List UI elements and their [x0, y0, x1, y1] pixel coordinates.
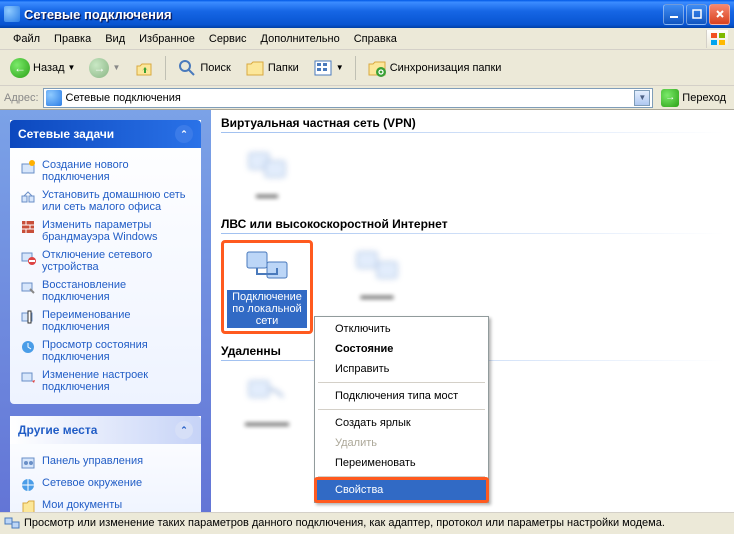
context-repair[interactable]: Исправить [317, 359, 486, 379]
statusbar: Просмотр или изменение таких параметров … [0, 512, 734, 532]
context-create-shortcut[interactable]: Создать ярлык [317, 413, 486, 433]
network-tasks-group: Сетевые задачи ⌃ Создание нового подключ… [10, 120, 201, 404]
settings-icon [20, 369, 36, 385]
status-text: Просмотр или изменение таких параметров … [24, 517, 665, 529]
back-icon: ← [10, 58, 30, 78]
place-network-neighborhood[interactable]: Сетевое окружение [20, 474, 191, 496]
disable-device-icon [20, 249, 36, 265]
remote-connection-item[interactable]: ▬▬▬▬ [227, 373, 307, 429]
xp-logo-icon [706, 30, 728, 48]
menubar: Файл Правка Вид Избранное Сервис Дополни… [0, 28, 734, 50]
home-network-icon [20, 189, 36, 205]
address-label: Адрес: [4, 92, 39, 104]
menu-favorites[interactable]: Избранное [132, 30, 202, 48]
collapse-icon[interactable]: ⌃ [175, 421, 193, 439]
network-places-icon [20, 477, 36, 493]
menu-tools[interactable]: Сервис [202, 30, 254, 48]
other-places-title: Другие места [18, 423, 97, 437]
rename-icon [20, 309, 36, 325]
task-setup-home-network[interactable]: Установить домашнюю сеть или сеть малого… [20, 186, 191, 216]
folders-button[interactable]: Папки [239, 54, 305, 82]
control-panel-icon [20, 455, 36, 471]
go-icon: → [661, 89, 679, 107]
status-icon [20, 339, 36, 355]
up-folder-icon [134, 58, 154, 78]
side-panel: Сетевые задачи ⌃ Создание нового подключ… [0, 110, 211, 512]
repair-icon [20, 279, 36, 295]
titlebar: Сетевые подключения [0, 0, 734, 28]
minimize-button[interactable] [663, 4, 684, 25]
sync-button[interactable]: Синхронизация папки [361, 54, 508, 82]
firewall-icon [20, 219, 36, 235]
task-create-connection[interactable]: Создание нового подключения [20, 156, 191, 186]
forward-button[interactable]: → ▼ [83, 54, 126, 82]
section-lan: ЛВС или высокоскоростной Интернет [211, 211, 734, 236]
views-icon [313, 58, 333, 78]
task-view-status[interactable]: Просмотр состояния подключения [20, 336, 191, 366]
search-icon [177, 58, 197, 78]
back-button[interactable]: ← Назад ▼ [4, 54, 81, 82]
address-value: Сетевые подключения [66, 92, 181, 104]
context-rename[interactable]: Переименовать [317, 453, 486, 473]
place-my-documents[interactable]: Мои документы [20, 496, 191, 512]
context-menu: Отключить Состояние Исправить Подключени… [314, 316, 489, 503]
address-bar: Адрес: Сетевые подключения ▼ → Переход [0, 86, 734, 110]
app-icon [4, 6, 20, 22]
views-button[interactable]: ▼ [307, 54, 350, 82]
back-label: Назад [33, 62, 65, 74]
chevron-down-icon: ▼ [112, 63, 120, 72]
toolbar: ← Назад ▼ → ▼ Поиск Папки ▼ Синхронизаци… [0, 50, 734, 86]
folders-label: Папки [268, 62, 299, 74]
context-delete: Удалить [317, 433, 486, 453]
sync-icon [367, 58, 387, 78]
section-vpn: Виртуальная частная сеть (VPN) [211, 110, 734, 135]
address-input[interactable]: Сетевые подключения ▼ [43, 88, 654, 108]
task-repair-connection[interactable]: Восстановление подключения [20, 276, 191, 306]
address-icon [46, 90, 62, 106]
chevron-down-icon: ▼ [336, 63, 344, 72]
menu-edit[interactable]: Правка [47, 30, 98, 48]
search-button[interactable]: Поиск [171, 54, 236, 82]
forward-icon: → [89, 58, 109, 78]
lan-connection-item[interactable]: Подключение по локальной сети [227, 246, 307, 328]
go-button[interactable]: → Переход [657, 87, 730, 109]
up-button[interactable] [128, 54, 160, 82]
task-firewall-settings[interactable]: Изменить параметры брандмауэра Windows [20, 216, 191, 246]
menu-help[interactable]: Справка [347, 30, 404, 48]
network-connection-icon [4, 515, 20, 531]
address-dropdown-button[interactable]: ▼ [634, 90, 650, 106]
network-tasks-header[interactable]: Сетевые задачи ⌃ [10, 120, 201, 148]
folders-icon [245, 58, 265, 78]
new-connection-icon [20, 159, 36, 175]
menu-file[interactable]: Файл [6, 30, 47, 48]
other-places-group: Другие места ⌃ Панель управления Сетевое… [10, 416, 201, 512]
task-rename-connection[interactable]: Переименование подключения [20, 306, 191, 336]
search-label: Поиск [200, 62, 230, 74]
task-change-settings[interactable]: Изменение настроек подключения [20, 366, 191, 396]
collapse-icon[interactable]: ⌃ [175, 125, 193, 143]
context-bridge[interactable]: Подключения типа мост [317, 386, 486, 406]
network-tasks-title: Сетевые задачи [18, 127, 114, 141]
place-control-panel[interactable]: Панель управления [20, 452, 191, 474]
menu-view[interactable]: Вид [98, 30, 132, 48]
chevron-down-icon: ▼ [68, 63, 76, 72]
menu-advanced[interactable]: Дополнительно [254, 30, 347, 48]
context-disable[interactable]: Отключить [317, 319, 486, 339]
vpn-connection-item[interactable]: ▬▬ [227, 145, 307, 201]
other-places-header[interactable]: Другие места ⌃ [10, 416, 201, 444]
documents-icon [20, 499, 36, 512]
window-title: Сетевые подключения [24, 7, 663, 22]
task-disable-device[interactable]: Отключение сетевого устройства [20, 246, 191, 276]
context-status[interactable]: Состояние [317, 339, 486, 359]
close-button[interactable] [709, 4, 730, 25]
go-label: Переход [682, 92, 726, 104]
content-area: Виртуальная частная сеть (VPN) ▬▬ ЛВС ил… [211, 110, 734, 512]
maximize-button[interactable] [686, 4, 707, 25]
context-properties[interactable]: Свойства [317, 480, 486, 500]
sync-label: Синхронизация папки [390, 62, 502, 74]
